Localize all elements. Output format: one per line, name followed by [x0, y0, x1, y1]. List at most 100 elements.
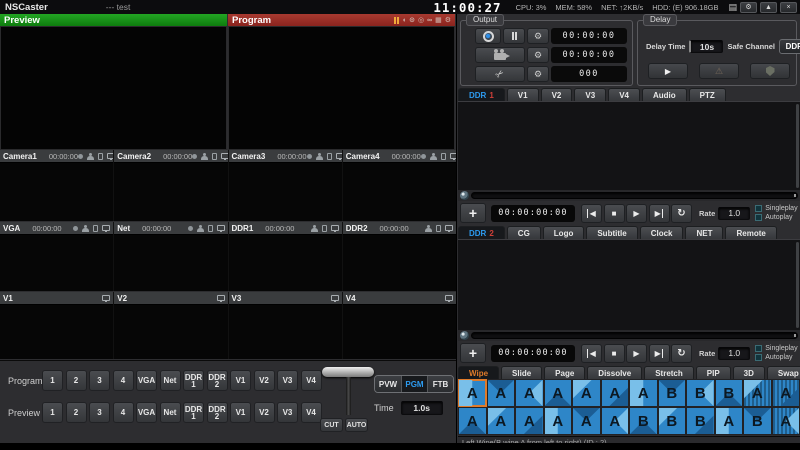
t-bar[interactable] [322, 367, 374, 415]
effect-thumb-5[interactable]: A [573, 380, 600, 406]
effect-thumb-7[interactable]: A [630, 380, 657, 406]
source-header-camera3[interactable]: Camera300:00:00 [229, 150, 342, 162]
ddr1-tab-v3[interactable]: V3 [574, 88, 606, 101]
ddr2-next-button[interactable]: ▶ [649, 344, 670, 363]
settings-icon[interactable]: ⚙ [740, 2, 757, 13]
source-header-net[interactable]: Net00:00:00 [114, 222, 227, 234]
ddr2-rate-field[interactable]: 1.0 [718, 347, 750, 360]
effect-thumb-13[interactable]: A [459, 408, 486, 434]
source-header-vga[interactable]: VGA00:00:00 [0, 222, 113, 234]
ddr1-next-button[interactable]: ▶ [649, 204, 670, 223]
ddr2-tab-ddr[interactable]: DDR2 [458, 226, 505, 239]
scrollbar[interactable] [796, 104, 799, 188]
ddr1-tab-ptz[interactable]: PTZ [689, 88, 726, 101]
program-button-1[interactable]: 1 [42, 370, 63, 391]
effect-thumb-11[interactable]: A [744, 380, 771, 406]
program-button-3[interactable]: 3 [89, 370, 110, 391]
t-bar-handle[interactable] [322, 367, 374, 377]
effect-thumb-1[interactable]: A [459, 380, 486, 406]
ftb-button[interactable]: FTB [427, 376, 453, 392]
effects-tab-wipe[interactable]: Wipe [458, 366, 499, 379]
effects-tab-3d[interactable]: 3D [733, 366, 765, 379]
ddr2-tab-cg[interactable]: CG [507, 226, 541, 239]
ddr1-play-button[interactable]: ▶ [626, 204, 647, 223]
effects-tab-slide[interactable]: Slide [501, 366, 542, 379]
ddr2-previous-button[interactable]: ◀ [581, 344, 602, 363]
effect-thumb-12[interactable]: A [773, 380, 800, 406]
ddr2-tab-net[interactable]: NET [685, 226, 723, 239]
transition-time-field[interactable]: 1.0s [401, 401, 443, 415]
camera2-thumbnail[interactable] [114, 162, 227, 221]
ddr1-previous-button[interactable]: ◀ [581, 204, 602, 223]
effect-thumb-14[interactable]: A [488, 408, 515, 434]
program-button-ddr1[interactable]: DDR 1 [183, 370, 204, 391]
preview-button-2[interactable]: 2 [66, 402, 87, 423]
program-button-net[interactable]: Net [160, 370, 181, 391]
ddr1-autoplay-checkbox[interactable]: Autoplay [755, 214, 797, 221]
camera3-thumbnail[interactable] [229, 162, 342, 221]
program-button-v2[interactable]: V2 [254, 370, 275, 391]
effects-tab-pip[interactable]: PIP [696, 366, 731, 379]
source-header-camera2[interactable]: Camera200:00:00 [114, 150, 227, 162]
ddr2-thumbnail[interactable] [343, 234, 456, 291]
ddr2-stop-button[interactable]: ■ [604, 344, 625, 363]
ddr1-rate-field[interactable]: 1.0 [718, 207, 750, 220]
effect-thumb-19[interactable]: B [630, 408, 657, 434]
preview-button-net[interactable]: Net [160, 402, 181, 423]
v1-thumbnail[interactable] [0, 304, 113, 359]
ddr1-tab-v4[interactable]: V4 [608, 88, 640, 101]
record-button[interactable] [475, 28, 501, 44]
preview-button-1[interactable]: 1 [42, 402, 63, 423]
auto-button[interactable]: AUTO [345, 418, 368, 432]
stream-settings-button[interactable]: ⚙ [527, 47, 549, 63]
ddr2-tab-subtitle[interactable]: Subtitle [586, 226, 637, 239]
scrollbar[interactable] [796, 242, 799, 328]
ddr2-seek-bar[interactable] [471, 332, 798, 339]
program-button-v4[interactable]: V4 [301, 370, 322, 391]
ddr2-singleplay-checkbox[interactable]: Singleplay [755, 345, 797, 352]
snapshot-settings-button[interactable]: ⚙ [527, 66, 549, 82]
record-settings-button[interactable]: ⚙ [527, 28, 549, 44]
effect-thumb-16[interactable]: A [545, 408, 572, 434]
ddr2-tab-logo[interactable]: Logo [543, 226, 585, 239]
delay-alert-button[interactable]: ⚠ [699, 63, 739, 79]
ddr1-seek-bar[interactable] [471, 192, 798, 199]
ddr1-tab-audio[interactable]: Audio [642, 88, 687, 101]
preview-button-3[interactable]: 3 [89, 402, 110, 423]
ddr2-loop-button[interactable]: ↻ [671, 344, 692, 363]
program-button-2[interactable]: 2 [66, 370, 87, 391]
eject-icon[interactable]: ▲ [760, 2, 777, 13]
effect-thumb-4[interactable]: A [545, 380, 572, 406]
preview-button-v4[interactable]: V4 [301, 402, 322, 423]
program-button-v3[interactable]: V3 [277, 370, 298, 391]
effect-thumb-21[interactable]: B [687, 408, 714, 434]
camera4-thumbnail[interactable] [343, 162, 456, 221]
ddr1-singleplay-checkbox[interactable]: Singleplay [755, 205, 797, 212]
ddr1-tab-v2[interactable]: V2 [541, 88, 573, 101]
v4-thumbnail[interactable] [343, 304, 456, 359]
ddr1-tab-v1[interactable]: V1 [507, 88, 539, 101]
effect-thumb-18[interactable]: A [602, 408, 629, 434]
effects-tab-page[interactable]: Page [544, 366, 585, 379]
ddr1-tab-ddr[interactable]: DDR1 [458, 88, 505, 101]
effect-thumb-9[interactable]: B [687, 380, 714, 406]
delay-time-field[interactable]: 10s [689, 40, 723, 53]
preview-button-ddr1[interactable]: DDR 1 [183, 402, 204, 423]
ddr2-play-button[interactable]: ▶ [626, 344, 647, 363]
program-button-v1[interactable]: V1 [230, 370, 251, 391]
cut-button[interactable]: CUT [320, 418, 343, 432]
effect-thumb-17[interactable]: A [573, 408, 600, 434]
effect-thumb-24[interactable]: A [773, 408, 800, 434]
preview-button-v1[interactable]: V1 [230, 402, 251, 423]
effect-thumb-20[interactable]: B [659, 408, 686, 434]
preview-button-4[interactable]: 4 [113, 402, 134, 423]
preview-button-v3[interactable]: V3 [277, 402, 298, 423]
safe-channel-dropdown[interactable]: DDR1 ▼ [779, 39, 800, 54]
ddr2-tab-clock[interactable]: Clock [640, 226, 684, 239]
ddr1-loop-button[interactable]: ↻ [671, 204, 692, 223]
program-button-4[interactable]: 4 [113, 370, 134, 391]
effect-thumb-22[interactable]: A [716, 408, 743, 434]
ddr1-add-button[interactable]: + [460, 203, 486, 223]
effects-tab-dissolve[interactable]: Dissolve [587, 366, 642, 379]
source-header-v4[interactable]: V4 [343, 292, 456, 304]
